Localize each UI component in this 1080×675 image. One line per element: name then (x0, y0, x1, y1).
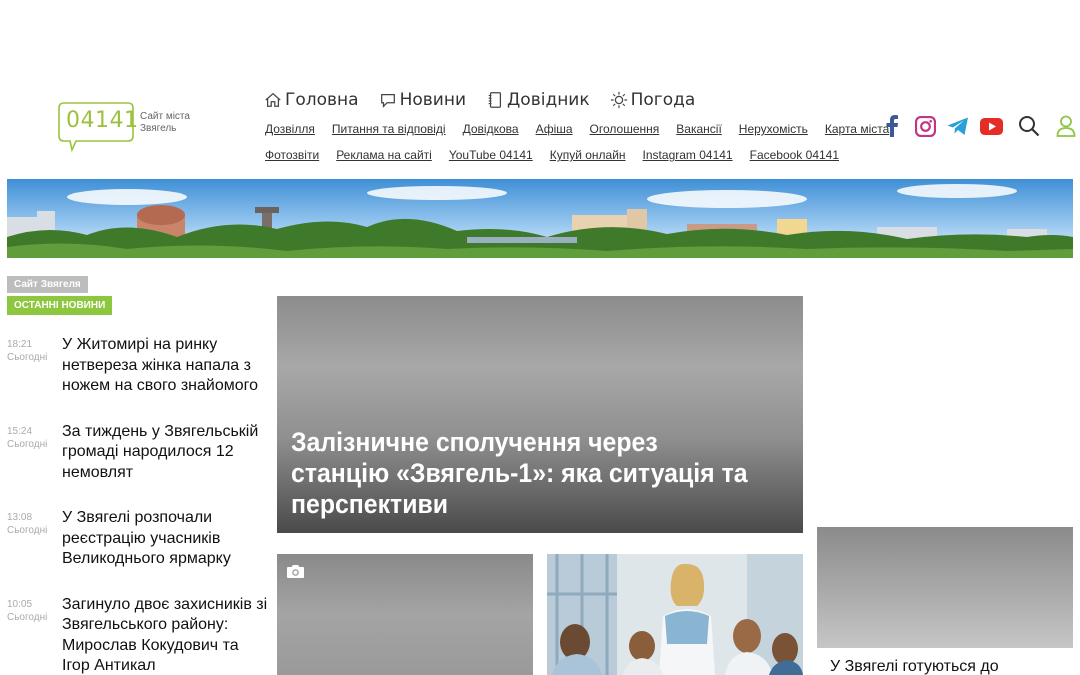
news-time: 15:24 (7, 425, 33, 437)
nav-home[interactable]: Головна (264, 90, 359, 110)
news-day: Сьогодні (7, 611, 48, 623)
news-title-link[interactable]: У Житомирі на ринку нетвереза жінка напа… (62, 335, 269, 422)
sub-nav-link[interactable]: Дозвілля (265, 122, 315, 136)
list-item: 15:24 Сьогодні За тиждень у Звягельській… (7, 422, 269, 509)
nav-home-label: Головна (285, 90, 359, 110)
side-card-title[interactable]: У Звягелі готуються до (830, 658, 999, 675)
news-day: Сьогодні (7, 525, 48, 536)
news-day: Сьогодні (7, 352, 48, 363)
news-meta: 18:21 Сьогодні (7, 335, 62, 422)
sub-nav-link[interactable]: Реклама на сайті (336, 148, 432, 162)
social-links (880, 114, 1078, 138)
sub-nav-link[interactable]: Афіша (536, 122, 573, 136)
list-item: 13:08 Сьогодні У Звягелі розпочали реєст… (7, 508, 269, 595)
user-icon[interactable] (1054, 114, 1078, 138)
home-icon (265, 92, 281, 107)
site-tag[interactable]: Сайт Звягеля (7, 276, 88, 293)
article-card-classroom[interactable] (547, 554, 803, 675)
news-meta: 13:08 Сьогодні (7, 508, 62, 595)
sub-nav-link[interactable]: Питання та відповіді (332, 122, 446, 136)
sub-nav-link[interactable]: Вакансії (676, 122, 722, 136)
nav-directory-label: Довідник (507, 90, 590, 110)
latest-news-tag[interactable]: ОСТАННІ НОВИНИ (7, 296, 113, 315)
nav-news[interactable]: Новини (379, 90, 466, 110)
logo-caption: Сайт міста Звягель (140, 111, 190, 134)
featured-article[interactable]: Залізничне сполучення через станцію «Звя… (277, 296, 803, 533)
sub-nav-link[interactable]: Фотозвіти (265, 148, 319, 162)
sub-nav-row-2: Фотозвіти Реклама на сайті YouTube 04141… (265, 148, 856, 162)
youtube-icon[interactable] (979, 114, 1003, 138)
news-meta: 10:05 Сьогодні (7, 595, 62, 675)
main-nav: Головна Новини Довідник Погода (264, 90, 695, 110)
news-time: 10:05 (7, 598, 33, 610)
chat-icon (380, 93, 395, 108)
nav-directory[interactable]: Довідник (486, 90, 590, 110)
nav-news-label: Новини (399, 90, 467, 110)
sun-icon (610, 91, 627, 109)
list-item: 18:21 Сьогодні У Житомирі на ринку нетве… (7, 335, 269, 422)
notebook-icon (488, 92, 502, 108)
sub-nav-link[interactable]: Купуй онлайн (550, 148, 626, 162)
news-title-link[interactable]: Загинуло двоє захисників зі Звягельськог… (62, 595, 269, 675)
news-day: Сьогодні (7, 438, 48, 450)
article-card-photo[interactable] (277, 554, 533, 675)
camera-icon (287, 565, 304, 578)
sub-nav-link[interactable]: Оголошення (590, 122, 660, 136)
list-item: 10:05 Сьогодні Загинуло двоє захисників … (7, 595, 269, 675)
sub-nav-link[interactable]: Instagram 04141 (643, 148, 733, 162)
sub-nav-link[interactable]: YouTube 04141 (449, 148, 533, 162)
article-card-side[interactable] (817, 527, 1073, 648)
instagram-icon[interactable] (913, 114, 937, 138)
city-panorama-banner (7, 179, 1073, 258)
sub-nav-link[interactable]: Нерухомість (739, 122, 808, 136)
facebook-icon[interactable] (880, 114, 904, 138)
news-time: 18:21 (7, 339, 33, 350)
nav-weather[interactable]: Погода (610, 90, 696, 110)
news-title-link[interactable]: За тиждень у Звягельській громаді народи… (62, 422, 269, 509)
news-time: 13:08 (7, 512, 33, 523)
news-title-link[interactable]: У Звягелі розпочали реєстрацію учасників… (62, 508, 269, 595)
sub-nav-link[interactable]: Facebook 04141 (750, 148, 839, 162)
search-icon[interactable] (1017, 114, 1041, 138)
latest-news-list: 18:21 Сьогодні У Житомирі на ринку нетве… (7, 335, 269, 675)
nav-weather-label: Погода (630, 90, 696, 110)
classroom-photo (547, 554, 803, 675)
featured-title[interactable]: Залізничне сполучення через станцію «Звя… (291, 427, 751, 520)
news-meta: 15:24 Сьогодні (7, 422, 62, 509)
site-logo[interactable]: 04141 Сайт міста Звягель (58, 102, 208, 154)
telegram-icon[interactable] (946, 114, 970, 138)
logo-number: 04141 (66, 108, 139, 133)
sub-nav-row-1: Дозвілля Питання та відповіді Довідкова … (265, 122, 906, 136)
sub-nav-link[interactable]: Довідкова (463, 122, 519, 136)
